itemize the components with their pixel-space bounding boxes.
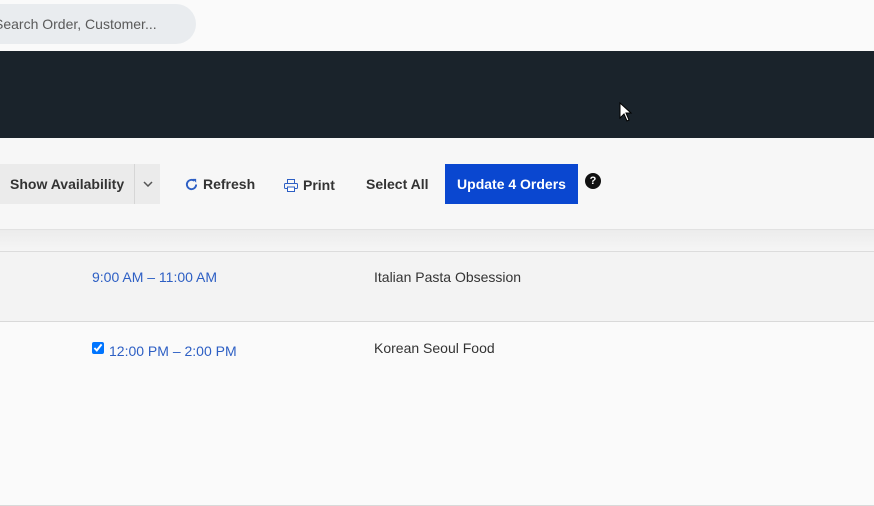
select-all-label: Select All <box>366 176 429 192</box>
print-button[interactable]: Print <box>284 165 335 205</box>
header-bar <box>0 51 874 138</box>
restaurant-name: Italian Pasta Obsession <box>374 269 522 285</box>
chevron-down-icon[interactable] <box>134 164 160 204</box>
cursor-icon <box>619 102 633 122</box>
update-orders-button[interactable]: Update 4 Orders <box>445 164 578 204</box>
print-icon <box>284 178 298 192</box>
search-box[interactable] <box>0 4 196 44</box>
refresh-label: Refresh <box>203 176 256 192</box>
restaurant-name: Korean Seoul Food <box>374 340 495 356</box>
show-availability-label[interactable]: Show Availability <box>0 164 134 204</box>
order-row[interactable]: 12:00 PM – 2:00 PM Korean Seoul Food <box>0 323 874 506</box>
delivery-window-link[interactable]: 12:00 PM – 2:00 PM <box>109 343 237 359</box>
delivery-window-link[interactable]: 9:00 AM – 11:00 AM <box>92 269 217 285</box>
show-availability-dropdown[interactable]: Show Availability <box>0 164 160 204</box>
order-select-checkbox[interactable] <box>92 342 104 354</box>
print-label: Print <box>303 177 335 193</box>
select-all-button[interactable]: Select All <box>366 164 429 204</box>
help-icon[interactable]: ? <box>585 173 601 189</box>
search-input[interactable] <box>0 16 174 32</box>
list-header-divider <box>0 230 874 252</box>
toolbar: Show Availability Refresh Print Select A… <box>0 138 874 230</box>
refresh-button[interactable]: Refresh <box>185 164 255 204</box>
refresh-icon <box>185 178 198 191</box>
order-row[interactable]: 9:00 AM – 11:00 AM Italian Pasta Obsessi… <box>0 252 874 322</box>
top-bar <box>0 0 874 51</box>
